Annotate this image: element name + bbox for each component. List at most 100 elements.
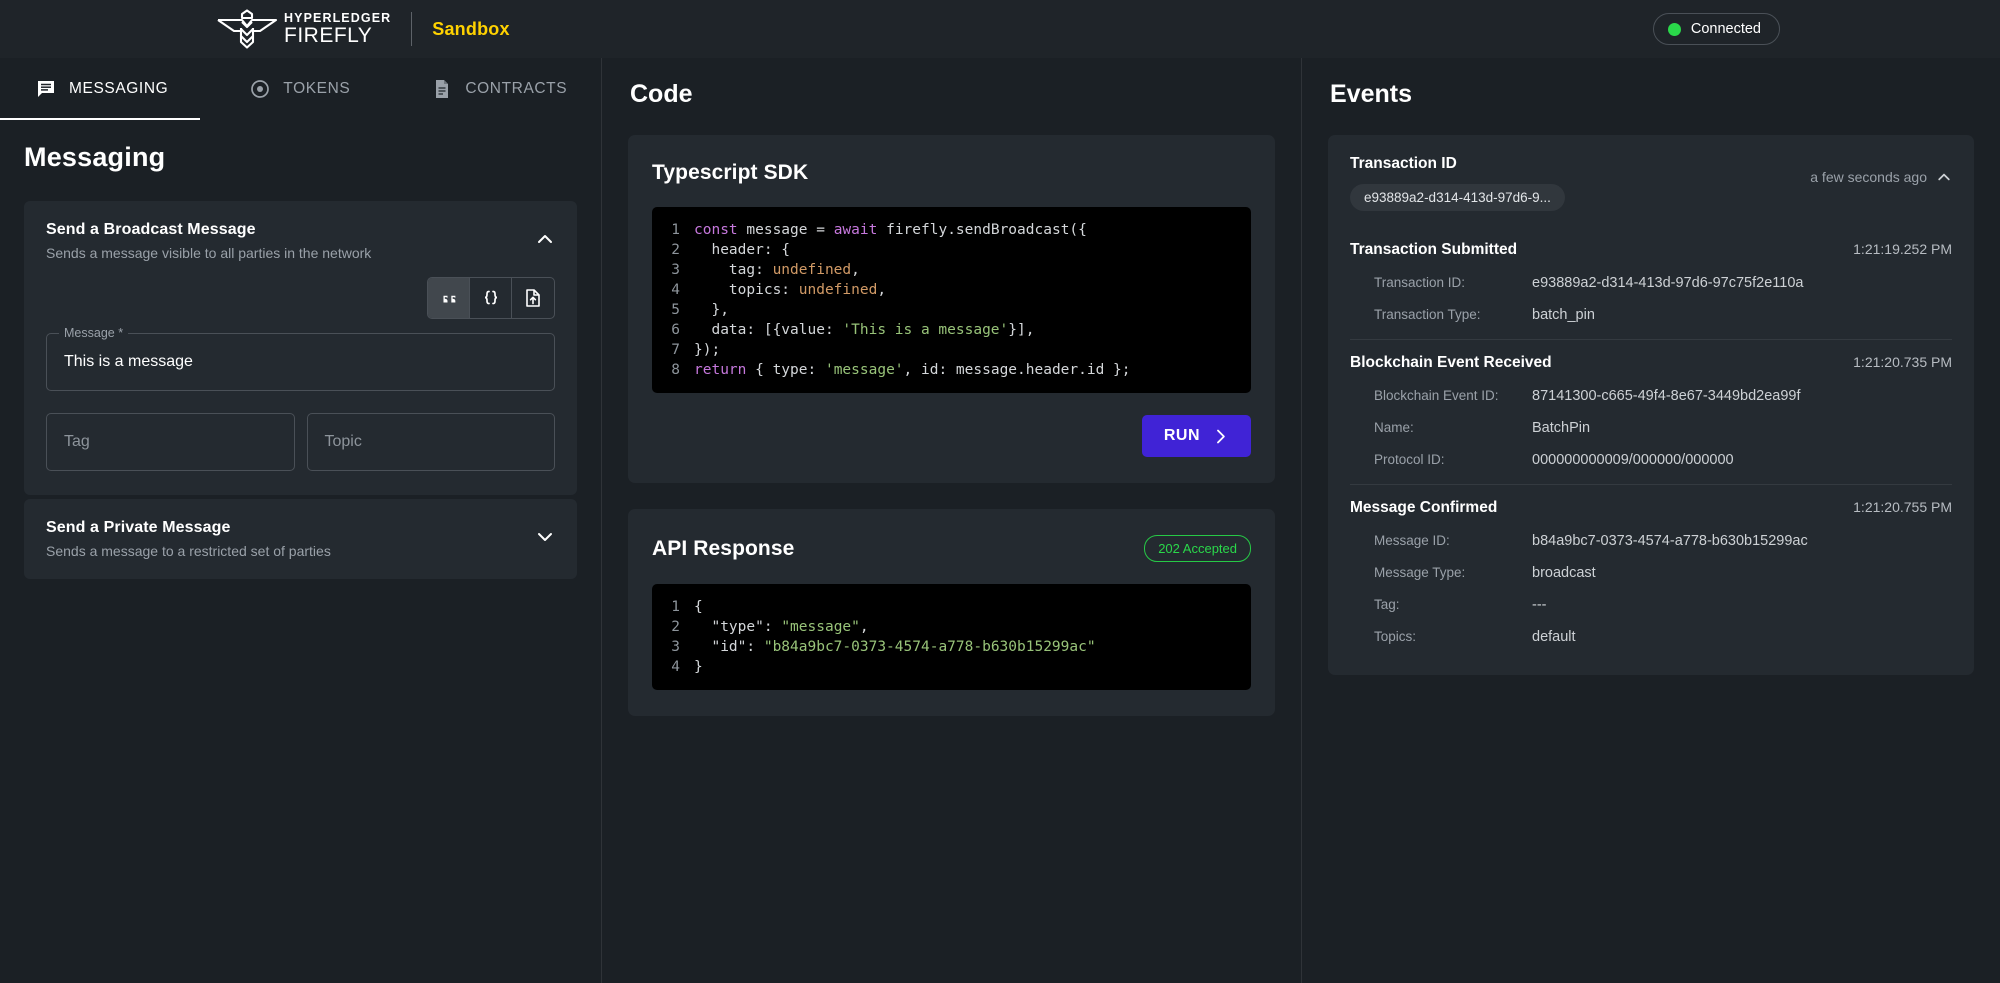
event-group-header: Message Confirmed 1:21:20.755 PM bbox=[1350, 499, 1952, 517]
broadcast-accordion: Send a Broadcast Message Sends a message… bbox=[24, 201, 577, 495]
event-detail-row: Message ID: b84a9bc7-0373-4574-a778-b630b… bbox=[1350, 533, 1952, 549]
tab-messaging[interactable]: MESSAGING bbox=[16, 58, 188, 120]
line-number: 3 bbox=[671, 639, 680, 655]
app-header: HYPERLEDGER FIREFLY Sandbox Connected bbox=[0, 0, 2000, 58]
event-name: Blockchain Event Received bbox=[1350, 354, 1552, 371]
message-field[interactable]: Message * This is a message bbox=[46, 326, 555, 391]
event-name: Message Confirmed bbox=[1350, 499, 1498, 516]
brand-logo: HYPERLEDGER FIREFLY Sandbox bbox=[216, 9, 510, 49]
broadcast-accordion-body: Message * This is a message Tag Topic bbox=[24, 277, 577, 495]
event-detail-row: Topics: default bbox=[1350, 629, 1952, 645]
toggle-string-mode[interactable] bbox=[428, 278, 470, 318]
line-number: 8 bbox=[671, 362, 680, 378]
run-button[interactable]: RUN bbox=[1141, 415, 1251, 457]
api-response-card: API Response 202 Accepted 1{2 "type": "m… bbox=[628, 509, 1275, 716]
run-row: RUN bbox=[652, 415, 1251, 457]
run-button-label: RUN bbox=[1163, 427, 1200, 444]
topic-field-placeholder: Topic bbox=[324, 433, 362, 450]
event-detail-value: b84a9bc7-0373-4574-a778-b630b15299ac bbox=[1532, 533, 1808, 549]
line-number: 4 bbox=[671, 659, 680, 675]
event-timestamp: 1:21:19.252 PM bbox=[1853, 241, 1952, 257]
contract-icon bbox=[436, 80, 449, 98]
input-mode-toggle-group bbox=[427, 277, 555, 319]
brand-top-text: HYPERLEDGER bbox=[284, 10, 392, 25]
transaction-id-chip[interactable]: e93889a2-d314-413d-97d6-9... bbox=[1350, 184, 1565, 211]
active-tab-indicator bbox=[0, 118, 200, 120]
chevron-down-icon[interactable] bbox=[535, 527, 555, 547]
tag-field[interactable]: Tag bbox=[46, 413, 295, 471]
event-group: Transaction Submitted 1:21:19.252 PM Trans… bbox=[1350, 227, 1952, 323]
private-accordion-header[interactable]: Send a Private Message Sends a message t… bbox=[24, 499, 577, 579]
line-number: 4 bbox=[671, 282, 680, 298]
event-group-header: Blockchain Event Received 1:21:20.735 PM bbox=[1350, 354, 1952, 372]
chevron-up-icon[interactable] bbox=[535, 229, 555, 249]
code-line-content: const message = await firefly.sendBroadc… bbox=[694, 222, 1087, 238]
brand-bottom-text: FIREFLY bbox=[284, 23, 373, 47]
code-line: 3 tag: undefined, bbox=[652, 260, 1251, 280]
event-detail-row: Tag: --- bbox=[1350, 597, 1952, 613]
tab-contracts[interactable]: CONTRACTS bbox=[412, 58, 587, 120]
code-column: Code Typescript SDK 1 const message = awa… bbox=[602, 58, 1302, 983]
input-mode-toggle-row bbox=[46, 277, 555, 319]
chevron-up-icon[interactable] bbox=[1936, 169, 1952, 185]
code-line: 2 header: { bbox=[652, 240, 1251, 260]
tag-field-placeholder: Tag bbox=[64, 433, 90, 450]
event-group: Blockchain Event Received 1:21:20.735 PM B… bbox=[1350, 339, 1952, 468]
events-card-header: Transaction ID e93889a2-d314-413d-97d6-9… bbox=[1350, 155, 1952, 211]
code-line-content: }, bbox=[694, 302, 729, 318]
event-detail-value: --- bbox=[1532, 597, 1547, 613]
event-detail-key: Topics: bbox=[1374, 629, 1417, 644]
connection-status-label: Connected bbox=[1690, 21, 1761, 37]
left-column: MESSAGING TOKENS CONTRACTS Messaging Sen… bbox=[0, 58, 602, 983]
firefly-bee-icon bbox=[217, 9, 278, 49]
event-detail-key: Blockchain Event ID: bbox=[1374, 388, 1499, 403]
line-number: 2 bbox=[671, 619, 680, 635]
event-detail-row: Message Type: broadcast bbox=[1350, 565, 1952, 581]
toggle-json-mode[interactable] bbox=[470, 278, 512, 318]
event-timestamp: 1:21:20.735 PM bbox=[1853, 354, 1952, 370]
private-accordion: Send a Private Message Sends a message t… bbox=[24, 499, 577, 579]
code-line: 4} bbox=[652, 657, 1251, 677]
connection-status-chip[interactable]: Connected bbox=[1652, 13, 1780, 45]
event-detail-key: Protocol ID: bbox=[1374, 452, 1445, 467]
line-number: 5 bbox=[671, 302, 680, 318]
code-line: 7}); bbox=[652, 340, 1251, 360]
toggle-file-upload-mode[interactable] bbox=[512, 278, 554, 318]
tab-tokens-label: TOKENS bbox=[283, 80, 351, 97]
topic-field[interactable]: Topic bbox=[306, 413, 555, 471]
code-line: 3 "id": "b84a9bc7-0373-4574-a778-b630b15… bbox=[652, 637, 1251, 657]
status-badge: 202 Accepted bbox=[1144, 535, 1251, 562]
transaction-id-label: Transaction ID bbox=[1350, 155, 1457, 172]
code-line: 4 topics: undefined, bbox=[652, 280, 1251, 300]
event-detail-row: Blockchain Event ID: 87141300-c665-49f4-8… bbox=[1350, 388, 1952, 404]
broadcast-title: Send a Broadcast Message bbox=[46, 221, 256, 238]
broadcast-accordion-header[interactable]: Send a Broadcast Message Sends a message… bbox=[24, 201, 577, 277]
quote-icon bbox=[442, 295, 455, 303]
event-detail-key: Transaction ID: bbox=[1374, 275, 1466, 290]
code-line: 5 }, bbox=[652, 300, 1251, 320]
sandbox-label: Sandbox bbox=[432, 18, 510, 39]
line-number: 1 bbox=[671, 222, 680, 238]
event-detail-value: e93889a2-d314-413d-97d6-97c75f2e110a bbox=[1532, 275, 1804, 291]
tab-tokens[interactable]: TOKENS bbox=[230, 58, 370, 120]
code-line: 1 const message = await firefly.sendBroad… bbox=[652, 220, 1251, 240]
chevron-right-icon bbox=[1217, 429, 1225, 443]
code-line-content: { bbox=[694, 599, 703, 615]
code-line-content: "id": "b84a9bc7-0373-4574-a778-b630b1529… bbox=[694, 639, 1096, 655]
tab-messaging-label: MESSAGING bbox=[69, 80, 169, 97]
event-detail-value: BatchPin bbox=[1532, 420, 1591, 436]
events-card: Transaction ID e93889a2-d314-413d-97d6-9… bbox=[1328, 135, 1974, 675]
tag-topic-row: Tag Topic bbox=[46, 413, 555, 471]
code-line-content: tag: undefined, bbox=[694, 262, 860, 278]
events-collapse-control[interactable]: a few seconds ago bbox=[1810, 169, 1952, 185]
sdk-code-block: 1 const message = await firefly.sendBroad… bbox=[652, 207, 1251, 393]
event-detail-key: Name: bbox=[1374, 420, 1414, 435]
event-detail-value: 87141300-c665-49f4-8e67-3449bd2ea99f bbox=[1532, 388, 1801, 404]
event-detail-value: broadcast bbox=[1532, 565, 1596, 581]
file-upload-icon bbox=[526, 289, 540, 307]
nav-tabs: MESSAGING TOKENS CONTRACTS bbox=[0, 58, 601, 120]
line-number: 1 bbox=[671, 599, 680, 615]
code-line-content: "type": "message", bbox=[694, 619, 869, 635]
event-group: Message Confirmed 1:21:20.755 PM Message I… bbox=[1350, 484, 1952, 653]
relative-time-label: a few seconds ago bbox=[1810, 169, 1927, 185]
